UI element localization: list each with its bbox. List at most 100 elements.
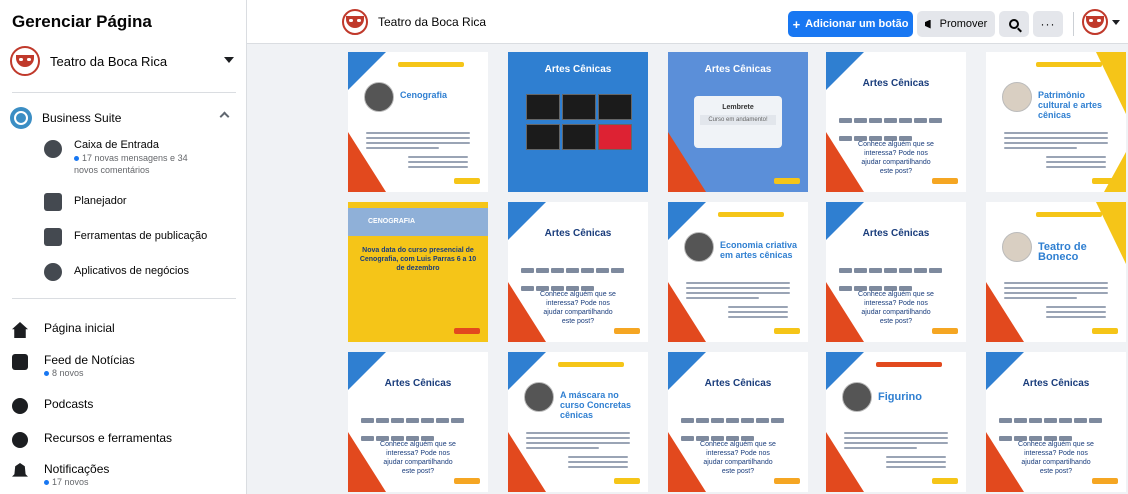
nav-item-label: Página inicial xyxy=(44,321,115,335)
more-button[interactable]: ··· xyxy=(1033,11,1063,37)
reminder-field: Curso em andamento! xyxy=(700,115,776,125)
sidebar: Gerenciar Página Teatro da Boca Rica Bus… xyxy=(0,0,247,494)
sponsor-logos xyxy=(680,412,796,441)
sponsor-logos xyxy=(520,262,636,291)
suite-item-business-apps[interactable]: Aplicativos de negócios xyxy=(44,261,189,281)
nav-item-label: Recursos e ferramentas xyxy=(44,431,173,445)
post-thumbnail[interactable]: Artes Cênicas Conhece alguém que se inter… xyxy=(668,352,808,492)
post-question: Conhece alguém que se interessa? Pode no… xyxy=(858,141,934,175)
post-question: Conhece alguém que se interessa? Pode no… xyxy=(858,291,934,325)
promote-button[interactable]: Promover xyxy=(917,11,995,37)
post-text: Nova data do curso presencial de Cenogra… xyxy=(359,247,477,272)
topbar-page-name: Teatro da Boca Rica xyxy=(378,15,487,29)
bell-icon xyxy=(12,463,28,477)
add-button-button[interactable]: + Adicionar um botão xyxy=(788,11,913,37)
sponsor-logos xyxy=(998,412,1114,441)
nav-item-sub: 17 novos xyxy=(52,477,89,487)
post-title: Artes Cênicas xyxy=(1022,378,1090,389)
suite-item-publishing-tools[interactable]: Ferramentas de publicação xyxy=(44,226,207,246)
post-title: A máscara no curso Concretas cênicas xyxy=(560,390,632,420)
post-title: Artes Cênicas xyxy=(704,64,772,75)
cube-icon xyxy=(44,263,62,281)
post-thumbnail[interactable]: Artes Cênicas Conhece alguém que se inter… xyxy=(826,202,966,342)
post-thumbnail[interactable]: CENOGRAFIA Nova data do curso presencial … xyxy=(348,202,488,342)
suite-item-sub: 17 novas mensagens e 34 novos comentário… xyxy=(74,153,188,175)
post-question: Conhece alguém que se interessa? Pode no… xyxy=(1018,441,1094,475)
speaker-photo xyxy=(364,82,394,112)
post-thumbnail[interactable]: Artes Cênicas Conhece alguém que se inter… xyxy=(826,52,966,192)
post-thumbnail[interactable]: Artes Cênicas Conhece alguém que se inter… xyxy=(508,202,648,342)
post-title: Artes Cênicas xyxy=(384,378,452,389)
speaker-photo xyxy=(1002,82,1032,112)
megaphone-icon xyxy=(924,19,931,29)
post-thumbnail[interactable]: Artes Cênicas xyxy=(508,52,648,192)
divider xyxy=(12,92,236,93)
more-icon: ··· xyxy=(1040,17,1056,31)
post-question: Conhece alguém que se interessa? Pode no… xyxy=(540,291,616,325)
post-title: CENOGRAFIA xyxy=(368,218,416,225)
nav-item-news-feed[interactable]: Feed de Notícias 8 novos xyxy=(12,352,135,379)
suite-item-inbox[interactable]: Caixa de Entrada 17 novas mensagens e 34… xyxy=(44,138,214,176)
post-thumbnail[interactable]: Figurino xyxy=(826,352,966,492)
divider xyxy=(12,298,236,299)
post-thumbnail[interactable]: Economia criativa em artes cênicas xyxy=(668,202,808,342)
business-suite-label: Business Suite xyxy=(42,111,122,125)
post-thumbnail[interactable]: Patrimônio cultural e artes cênicas xyxy=(986,52,1126,192)
page-selector[interactable]: Teatro da Boca Rica xyxy=(10,44,242,78)
post-question: Conhece alguém que se interessa? Pode no… xyxy=(700,441,776,475)
search-icon xyxy=(1009,19,1019,29)
topbar-page[interactable]: Teatro da Boca Rica xyxy=(342,9,486,35)
post-thumbnail[interactable]: Artes Cênicas Lembrete Curso em andamento! xyxy=(668,52,808,192)
post-title: Economia criativa em artes cênicas xyxy=(720,240,798,260)
post-title: Patrimônio cultural e artes cênicas xyxy=(1038,90,1103,120)
promote-label: Promover xyxy=(939,18,988,30)
nav-item-sub: 8 novos xyxy=(52,368,84,378)
new-dot xyxy=(74,156,79,162)
post-title: Artes Cênicas xyxy=(862,228,930,239)
nav-item-notifications[interactable]: Notificações 17 novos xyxy=(12,461,109,488)
nav-item-label: Notificações xyxy=(44,462,110,476)
sponsor-logos xyxy=(360,412,476,441)
post-grid: Cenografia Artes Cênicas Artes Cênicas Lemb… xyxy=(249,46,1128,494)
nav-item-podcasts[interactable]: Podcasts xyxy=(12,396,93,414)
suite-item-label: Planejador xyxy=(74,195,127,207)
nav-item-home[interactable]: Página inicial xyxy=(12,320,115,338)
suite-item-planner[interactable]: Planejador xyxy=(44,191,127,211)
speaker-photo xyxy=(524,382,554,412)
calendar-icon xyxy=(44,193,62,211)
post-thumbnail[interactable]: A máscara no curso Concretas cênicas xyxy=(508,352,648,492)
speaker-photo xyxy=(684,232,714,262)
home-icon xyxy=(12,322,28,338)
nav-item-resources[interactable]: Recursos e ferramentas xyxy=(12,430,172,448)
post-title: Cenografia xyxy=(400,90,448,100)
search-button[interactable] xyxy=(999,11,1029,37)
post-title: Artes Cênicas xyxy=(862,78,930,89)
post-thumbnail[interactable]: Teatro de Boneco xyxy=(986,202,1126,342)
podcast-icon xyxy=(12,398,28,414)
news-feed-icon xyxy=(12,354,28,370)
account-switcher[interactable] xyxy=(1082,9,1120,35)
post-title: Teatro de Boneco xyxy=(1038,241,1087,263)
post-thumbnail[interactable]: Artes Cênicas Conhece alguém que se inter… xyxy=(348,352,488,492)
post-thumbnail[interactable]: Cenografia xyxy=(348,52,488,192)
reminder-card: Lembrete Curso em andamento! xyxy=(694,96,782,148)
sponsor-logos xyxy=(838,112,954,141)
business-suite-toggle[interactable]: Business Suite xyxy=(10,104,240,132)
plus-icon: + xyxy=(792,16,801,32)
reminder-title: Lembrete xyxy=(722,104,754,111)
post-question: Conhece alguém que se interessa? Pode no… xyxy=(380,441,456,475)
nav-item-label: Podcasts xyxy=(44,397,94,411)
app: Gerenciar Página Teatro da Boca Rica Bus… xyxy=(0,0,1128,494)
sponsor-logos xyxy=(838,262,954,291)
page-selector-name: Teatro da Boca Rica xyxy=(50,53,168,69)
caret-down-icon xyxy=(1112,19,1120,25)
sidebar-title: Gerenciar Página xyxy=(12,12,152,31)
speaker-photo xyxy=(842,382,872,412)
page-logo xyxy=(10,46,40,76)
page-logo xyxy=(342,9,368,35)
post-thumbnail[interactable]: Artes Cênicas Conhece alguém que se inter… xyxy=(986,352,1126,492)
info-icon xyxy=(12,432,28,448)
speaker-photo xyxy=(1002,232,1032,262)
chat-bubble-icon xyxy=(44,140,62,158)
business-suite-icon xyxy=(10,107,32,129)
